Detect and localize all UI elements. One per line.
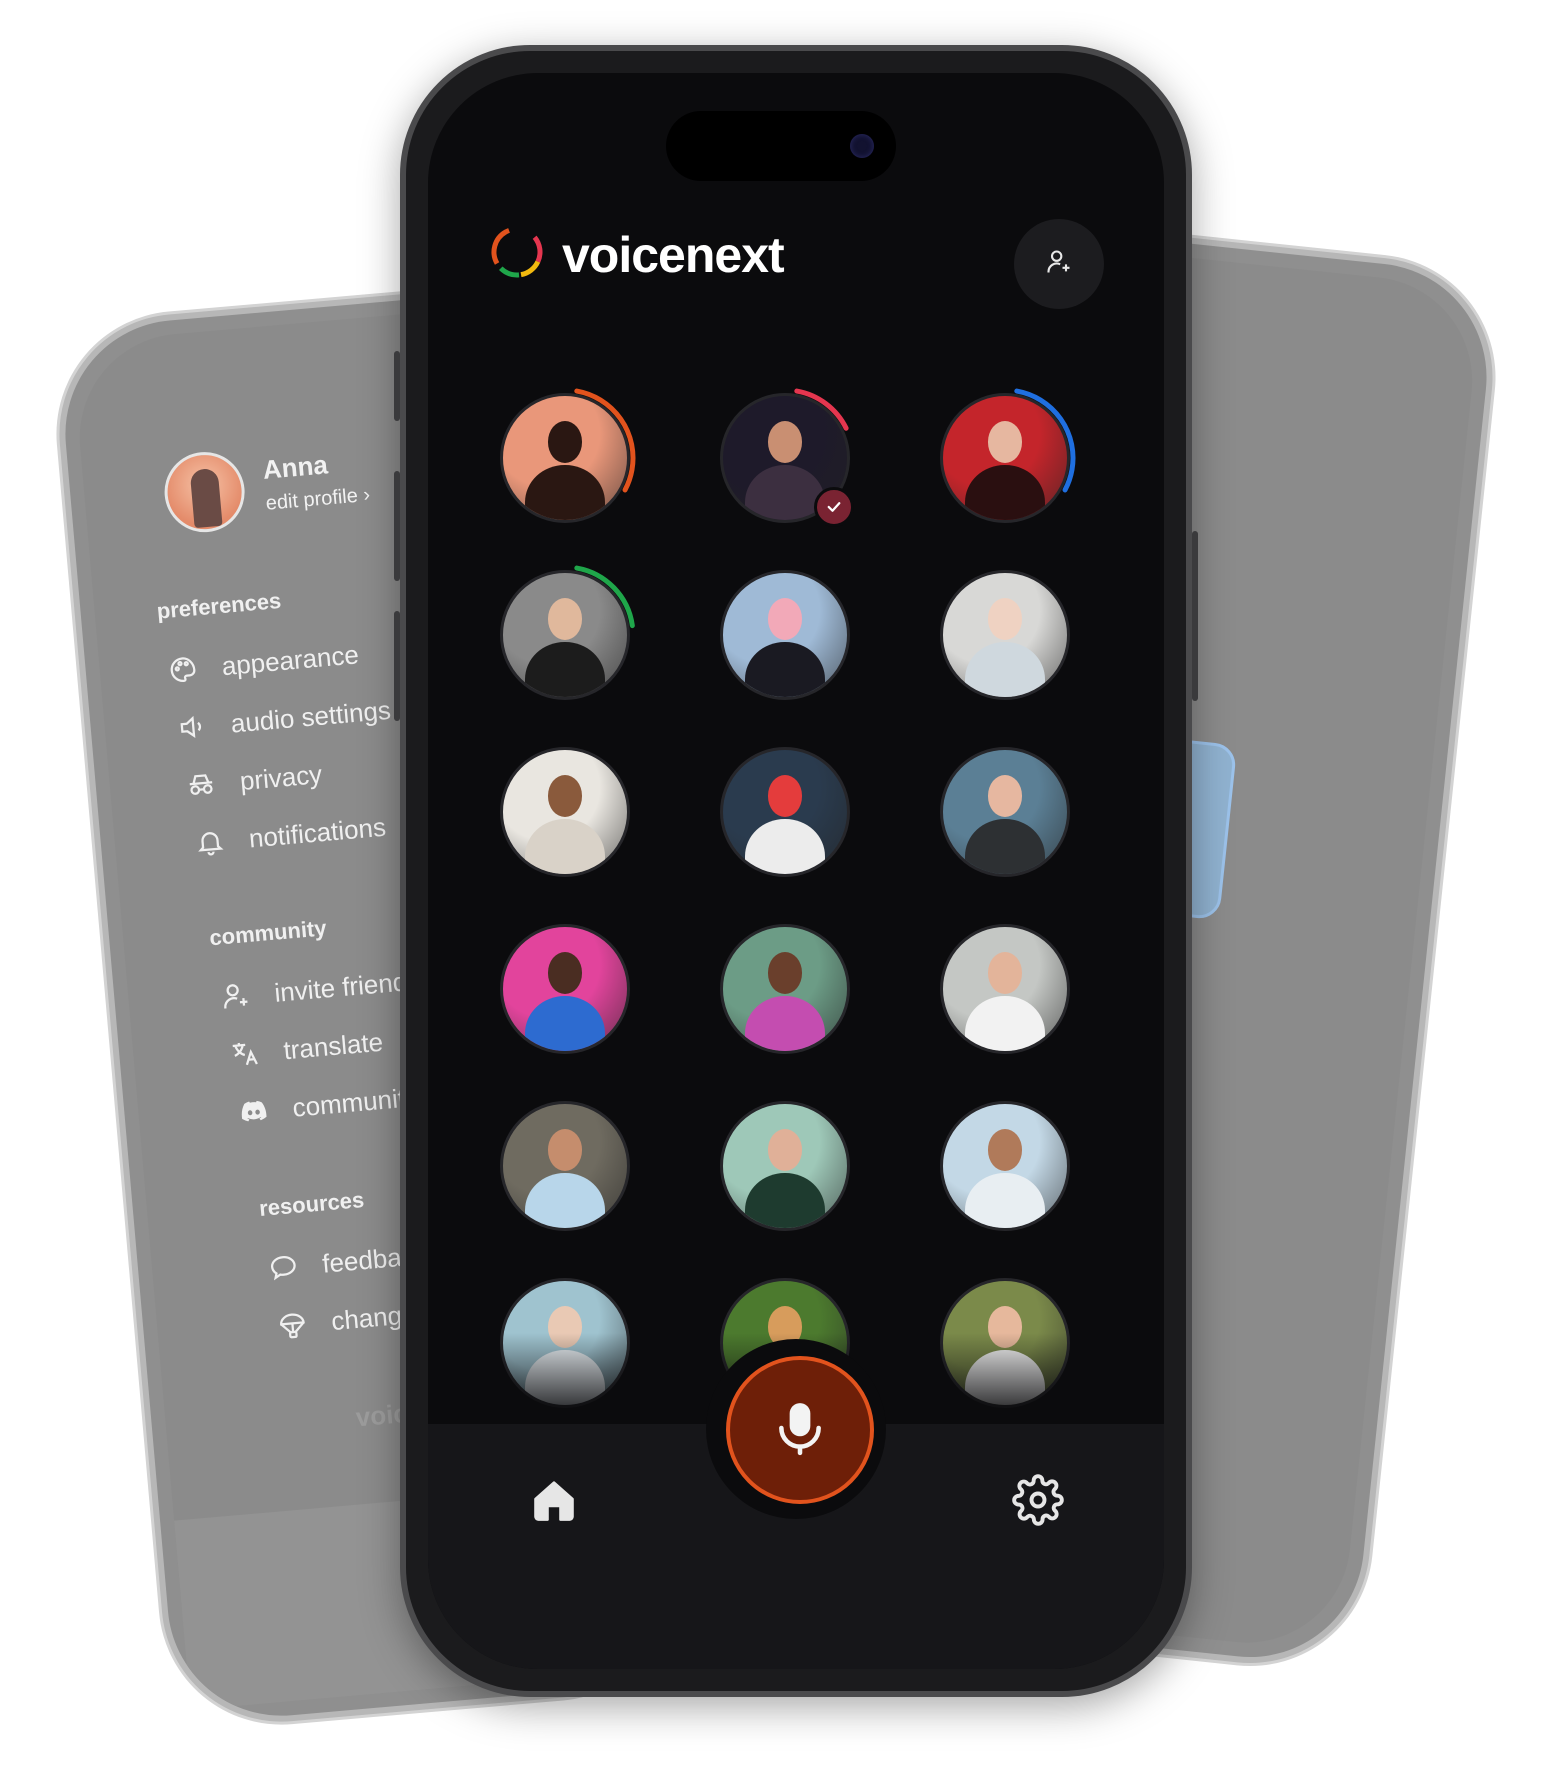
menu-item-label: notifications <box>247 811 388 854</box>
voice-avatar[interactable] <box>500 1101 630 1231</box>
voice-avatar[interactable] <box>494 564 636 706</box>
avatar-photo <box>940 570 1070 700</box>
voice-avatar[interactable] <box>500 747 630 877</box>
tab-bar <box>428 1339 1164 1669</box>
parachute-icon <box>274 1306 311 1343</box>
voice-avatar[interactable] <box>720 570 850 700</box>
speaker-icon <box>174 709 211 746</box>
menu-item-label: audio settings <box>229 694 392 739</box>
user-plus-icon <box>217 978 254 1015</box>
gear-icon <box>1012 1473 1064 1531</box>
avatar-photo <box>720 747 850 877</box>
bell-icon <box>192 824 229 861</box>
avatar-photo <box>720 1101 850 1231</box>
menu-item-privacy[interactable]: privacy <box>183 757 324 803</box>
record-voice-button[interactable] <box>726 1356 874 1504</box>
avatar-photo <box>720 570 850 700</box>
section-heading-community: community <box>208 915 328 951</box>
add-user-button[interactable] <box>1014 219 1104 309</box>
palette-icon <box>165 651 202 688</box>
translate-icon <box>226 1035 263 1072</box>
brand-name: voicenext <box>562 226 785 283</box>
voice-avatar[interactable] <box>940 747 1070 877</box>
avatar-photo <box>720 924 850 1054</box>
voice-avatar[interactable] <box>940 570 1070 700</box>
chat-bubble-icon <box>265 1249 302 1286</box>
voice-avatar[interactable] <box>720 924 850 1054</box>
voice-avatar[interactable] <box>494 387 636 529</box>
brand: voicenext <box>488 223 785 286</box>
voice-avatar[interactable] <box>934 387 1076 529</box>
section-heading-preferences: preferences <box>155 587 283 624</box>
avatar-photo <box>940 747 1070 877</box>
edit-profile-link[interactable]: edit profile › <box>265 484 371 516</box>
section-heading-resources: resources <box>258 1186 366 1222</box>
phone-side-button <box>394 351 400 421</box>
avatar-photo <box>500 570 630 700</box>
avatar-photo <box>500 1101 630 1231</box>
voice-avatar[interactable] <box>940 924 1070 1054</box>
chevron-right-icon: › <box>362 483 371 507</box>
avatar-photo <box>940 393 1070 523</box>
avatar-photo <box>500 747 630 877</box>
menu-item-community[interactable]: community <box>235 1080 419 1130</box>
voice-avatar[interactable] <box>940 1101 1070 1231</box>
main-phone: voicenext <box>394 45 1198 1697</box>
menu-item-label: translate <box>282 1026 385 1065</box>
incognito-icon <box>183 766 220 803</box>
voice-avatar[interactable] <box>500 924 630 1054</box>
phone-side-button <box>394 611 400 721</box>
avatar-photo <box>500 924 630 1054</box>
menu-item-audio-settings[interactable]: audio settings <box>174 693 393 746</box>
edit-profile-label: edit profile <box>264 484 359 515</box>
microphone-icon <box>775 1399 825 1462</box>
discord-icon <box>235 1093 272 1130</box>
avatar-photo <box>940 924 1070 1054</box>
settings-tab[interactable] <box>1008 1472 1068 1532</box>
menu-item-invite-friends[interactable]: invite friends <box>217 963 421 1014</box>
camera-icon <box>850 134 874 158</box>
home-screen: voicenext <box>428 73 1164 1669</box>
menu-item-label: appearance <box>220 638 360 681</box>
checkmark-icon <box>814 487 854 527</box>
home-icon <box>529 1475 579 1530</box>
menu-item-appearance[interactable]: appearance <box>165 637 361 688</box>
logo-icon <box>488 223 546 286</box>
profile-name: Anna <box>261 449 329 485</box>
phone-side-button <box>394 471 400 581</box>
voice-avatar[interactable] <box>714 387 856 529</box>
menu-item-notifications[interactable]: notifications <box>192 810 388 861</box>
voice-avatar[interactable] <box>720 1101 850 1231</box>
home-tab[interactable] <box>524 1472 584 1532</box>
phone-side-button <box>1192 531 1198 701</box>
avatar-photo <box>940 1101 1070 1231</box>
avatar-photo <box>500 393 630 523</box>
voice-avatar[interactable] <box>720 747 850 877</box>
avatar <box>161 448 248 536</box>
menu-item-translate[interactable]: translate <box>226 1025 384 1072</box>
user-plus-icon <box>1045 248 1073 281</box>
menu-item-label: privacy <box>238 758 324 796</box>
dynamic-island <box>666 111 896 181</box>
